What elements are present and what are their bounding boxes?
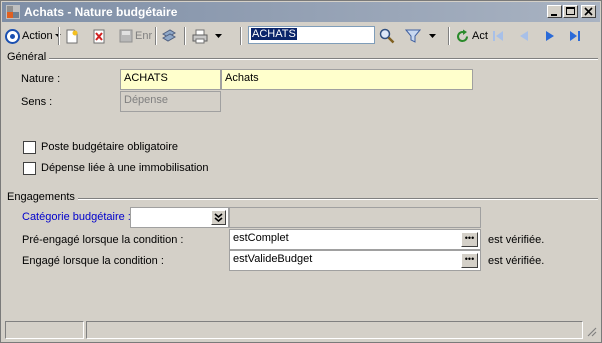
previous-record-button[interactable] bbox=[517, 26, 531, 46]
engage-browse-button[interactable]: ••• bbox=[461, 253, 478, 268]
save-icon bbox=[119, 29, 133, 43]
action-label: Action bbox=[22, 30, 53, 42]
engage-suffix: est vérifiée. bbox=[488, 255, 545, 267]
next-icon bbox=[546, 31, 554, 41]
link-icon bbox=[162, 29, 176, 42]
nature-name-field[interactable]: Achats bbox=[221, 69, 473, 90]
nature-label: Nature : bbox=[21, 73, 61, 85]
sens-field: Dépense bbox=[120, 91, 221, 112]
last-icon bbox=[570, 31, 580, 41]
action-button[interactable]: Action bbox=[5, 26, 61, 46]
preengage-value: estComplet bbox=[233, 232, 289, 244]
filter-icon bbox=[405, 29, 421, 43]
engagements-section-label: Engagements bbox=[7, 191, 75, 203]
engage-condition-field[interactable]: estValideBudget ••• bbox=[229, 250, 481, 271]
preengage-browse-button[interactable]: ••• bbox=[461, 232, 478, 247]
search-value: ACHATS bbox=[251, 28, 297, 40]
title-bar[interactable]: Achats - Nature budgétaire bbox=[2, 2, 600, 22]
sens-label: Sens : bbox=[21, 96, 53, 108]
delete-button[interactable] bbox=[92, 26, 106, 46]
filter-button[interactable] bbox=[405, 26, 436, 46]
refresh-icon bbox=[457, 29, 469, 42]
first-record-button[interactable] bbox=[491, 26, 505, 46]
printer-icon bbox=[192, 29, 208, 43]
double-chevron-down-icon bbox=[214, 213, 223, 223]
chevron-down-icon bbox=[429, 34, 436, 38]
minimize-button[interactable] bbox=[547, 5, 562, 18]
mandatory-checkbox[interactable] bbox=[23, 141, 36, 154]
status-bar bbox=[5, 321, 599, 339]
general-section-label: Général bbox=[7, 51, 47, 63]
search-button[interactable] bbox=[379, 26, 395, 46]
engagements-divider bbox=[78, 198, 598, 200]
window: Achats - Nature budgétaire Action Enr AC… bbox=[0, 0, 602, 343]
asset-label: Dépense liée à une immobilisation bbox=[41, 162, 209, 174]
preengage-suffix: est vérifiée. bbox=[488, 234, 545, 246]
category-description-field bbox=[229, 207, 481, 228]
preengage-condition-field[interactable]: estComplet ••• bbox=[229, 229, 481, 250]
toolbar: Action Enr ACHATS Act bbox=[2, 23, 600, 49]
new-button[interactable] bbox=[65, 26, 79, 46]
category-select[interactable] bbox=[130, 207, 229, 228]
asset-checkbox[interactable] bbox=[23, 162, 36, 175]
window-title: Achats - Nature budgétaire bbox=[24, 5, 178, 19]
status-cell-1 bbox=[5, 321, 84, 339]
nature-code-field[interactable]: ACHATS bbox=[120, 69, 221, 90]
mandatory-label: Poste budgétaire obligatoire bbox=[41, 141, 178, 153]
action-icon bbox=[5, 28, 20, 44]
first-icon bbox=[493, 31, 503, 41]
search-input[interactable]: ACHATS bbox=[248, 26, 375, 44]
print-button[interactable] bbox=[192, 26, 222, 46]
refresh-label: Act bbox=[472, 30, 488, 42]
link-button[interactable] bbox=[161, 26, 177, 46]
save-label: Enr bbox=[135, 30, 153, 42]
general-divider bbox=[49, 58, 598, 60]
new-document-icon bbox=[66, 29, 78, 43]
last-record-button[interactable] bbox=[568, 26, 582, 46]
preengage-label: Pré-engagé lorsque la condition : bbox=[22, 234, 184, 246]
save-button[interactable]: Enr bbox=[119, 26, 152, 46]
engage-label: Engagé lorsque la condition : bbox=[22, 255, 164, 267]
app-icon bbox=[6, 5, 20, 19]
maximize-button[interactable] bbox=[563, 5, 578, 18]
previous-icon bbox=[520, 31, 528, 41]
search-icon bbox=[379, 28, 395, 44]
engage-value: estValideBudget bbox=[233, 253, 313, 265]
refresh-button[interactable]: Act bbox=[455, 26, 488, 46]
category-label[interactable]: Catégorie budgétaire : bbox=[22, 211, 131, 223]
category-dropdown-button[interactable] bbox=[211, 210, 226, 225]
close-button[interactable] bbox=[581, 5, 596, 18]
delete-icon bbox=[93, 29, 105, 43]
chevron-down-icon bbox=[215, 34, 222, 38]
next-record-button[interactable] bbox=[543, 26, 557, 46]
status-cell-2 bbox=[86, 321, 583, 339]
resize-grip-icon[interactable] bbox=[585, 325, 597, 337]
